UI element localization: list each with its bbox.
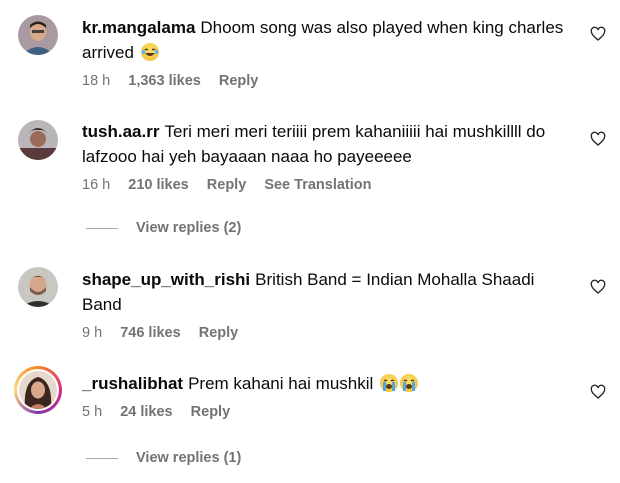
comment-meta: 16 h 210 likes Reply See Translation — [82, 177, 572, 193]
avatar[interactable] — [18, 267, 58, 307]
comment-meta: 5 h 24 likes Reply — [82, 404, 572, 420]
view-replies-label[interactable]: View replies (2) — [136, 220, 241, 236]
comment-username[interactable]: tush.aa.rr — [82, 122, 159, 141]
likes-count[interactable]: 24 likes — [120, 404, 172, 420]
loudly-crying-emoji-icon — [380, 374, 399, 392]
avatar-story-ring[interactable] — [14, 366, 62, 414]
comment-timestamp: 5 h — [82, 404, 103, 420]
reply-button[interactable]: Reply — [219, 73, 259, 89]
comment-username[interactable]: shape_up_with_rishi — [82, 270, 250, 289]
comment-username[interactable]: kr.mangalama — [82, 18, 195, 37]
like-heart-icon[interactable] — [590, 279, 606, 295]
like-heart-icon[interactable] — [590, 384, 606, 400]
view-replies-button[interactable]: View replies (1) — [86, 450, 241, 466]
comment-timestamp: 9 h — [82, 325, 103, 341]
avatar-image — [18, 120, 58, 160]
comment-meta: 18 h 1,363 likes Reply — [82, 73, 572, 89]
replies-divider — [86, 457, 118, 459]
comment-timestamp: 18 h — [82, 73, 111, 89]
view-replies-button[interactable]: View replies (2) — [86, 220, 241, 236]
loudly-crying-emoji-icon — [400, 374, 419, 392]
avatar[interactable] — [18, 15, 58, 55]
avatar-image — [19, 371, 57, 409]
avatar[interactable] — [18, 120, 58, 160]
comment-meta: 9 h 746 likes Reply — [82, 325, 572, 341]
view-replies-label[interactable]: View replies (1) — [136, 450, 241, 466]
likes-count[interactable]: 210 likes — [128, 177, 188, 193]
replies-divider — [86, 227, 118, 229]
comment-timestamp: 16 h — [82, 177, 111, 193]
comment-body: Prem kahani hai mushkil — [188, 374, 374, 393]
reply-button[interactable]: Reply — [191, 404, 231, 420]
comment-text: _rushalibhat Prem kahani hai mushkil — [82, 371, 572, 396]
comment-text: kr.mangalama Dhoom song was also played w… — [82, 15, 572, 65]
avatar-image — [18, 267, 58, 307]
likes-count[interactable]: 746 likes — [120, 325, 180, 341]
likes-count[interactable]: 1,363 likes — [128, 73, 201, 89]
like-heart-icon[interactable] — [590, 131, 606, 147]
avatar-image — [18, 15, 58, 55]
reply-button[interactable]: Reply — [207, 177, 247, 193]
avatar — [19, 371, 57, 409]
reply-button[interactable]: Reply — [199, 325, 239, 341]
like-heart-icon[interactable] — [590, 26, 606, 42]
comment-text: shape_up_with_rishi British Band = Indian… — [82, 267, 572, 317]
comment-text: tush.aa.rr Teri meri meri teriiii prem ka… — [82, 119, 572, 169]
see-translation-link[interactable]: See Translation — [264, 177, 371, 193]
comment-username[interactable]: _rushalibhat — [82, 374, 183, 393]
laughing-crying-emoji-icon — [140, 43, 159, 61]
avatar-ring-inner — [17, 369, 59, 411]
